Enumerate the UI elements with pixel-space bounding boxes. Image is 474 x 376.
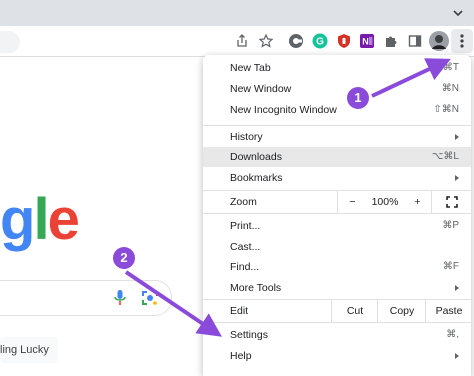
annotation-arrow-1 [371, 58, 451, 98]
annotation-arrow-2 [124, 270, 222, 337]
annotation-badge-2: 2 [113, 247, 135, 269]
annotation-badge-1: 1 [347, 87, 369, 109]
annotation-arrows [124, 58, 451, 337]
